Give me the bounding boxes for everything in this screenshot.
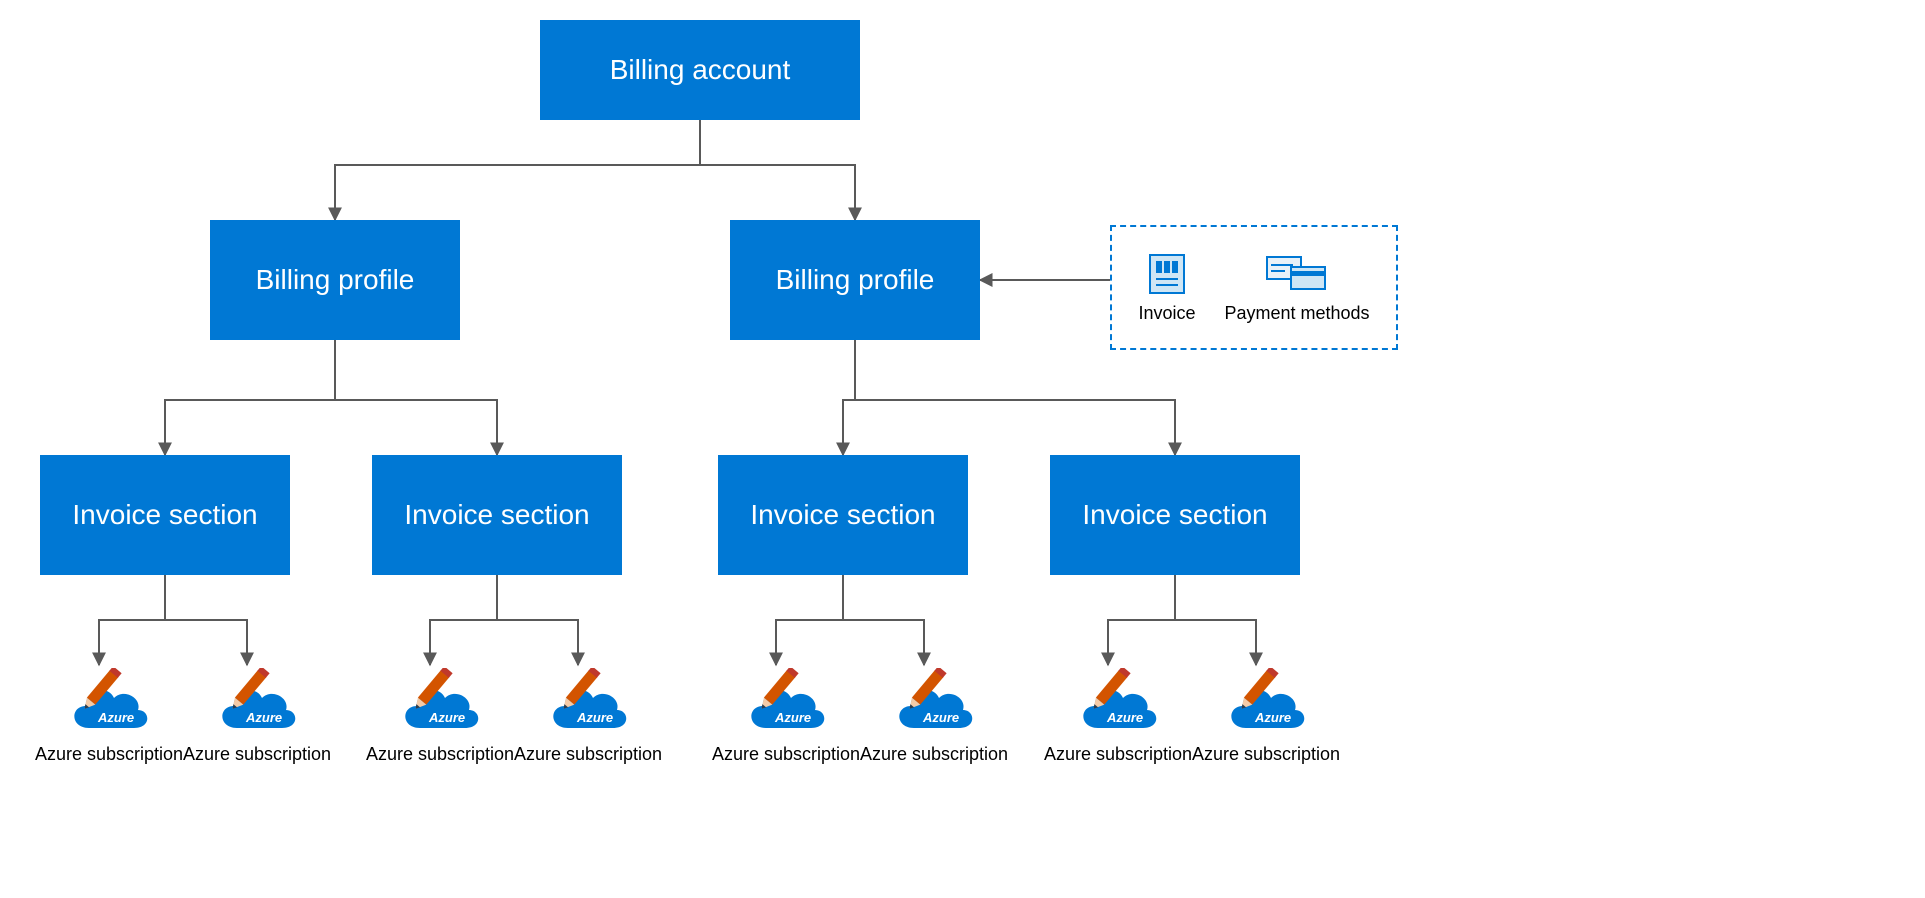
azure-subscription-item: Azure Azure subscription — [712, 668, 860, 765]
invoice-section-box-4: Invoice section — [1050, 455, 1300, 575]
diagram-canvas: Billing account Billing profile Billing … — [0, 0, 1925, 898]
azure-subscription-icon: Azure — [1073, 668, 1163, 738]
azure-subscription-item: Azure Azure subscription — [1192, 668, 1340, 765]
azure-subscription-icon: Azure — [1221, 668, 1311, 738]
svg-text:Azure: Azure — [1254, 710, 1291, 725]
invoice-section-box-1: Invoice section — [40, 455, 290, 575]
azure-subscription-label: Azure subscription — [1044, 744, 1192, 765]
invoice-section-label: Invoice section — [750, 499, 935, 531]
azure-subscription-label: Azure subscription — [1192, 744, 1340, 765]
azure-subscription-item: Azure Azure subscription — [1044, 668, 1192, 765]
svg-text:Azure: Azure — [1106, 710, 1143, 725]
azure-subscription-icon: Azure — [64, 668, 154, 738]
azure-subscription-label: Azure subscription — [712, 744, 860, 765]
billing-profile-label: Billing profile — [256, 264, 415, 296]
azure-subscription-icon: Azure — [212, 668, 302, 738]
invoice-section-label: Invoice section — [1082, 499, 1267, 531]
azure-subscription-label: Azure subscription — [860, 744, 1008, 765]
svg-text:Azure: Azure — [428, 710, 465, 725]
billing-account-box: Billing account — [540, 20, 860, 120]
azure-subscription-item: Azure Azure subscription — [35, 668, 183, 765]
billing-account-label: Billing account — [610, 54, 791, 86]
azure-subscription-icon: Azure — [741, 668, 831, 738]
invoice-section-box-3: Invoice section — [718, 455, 968, 575]
azure-subscription-item: Azure Azure subscription — [366, 668, 514, 765]
azure-subscription-icon: Azure — [395, 668, 485, 738]
invoice-section-label: Invoice section — [72, 499, 257, 531]
payment-sidebox: Invoice Payment methods — [1110, 225, 1398, 350]
azure-subscription-label: Azure subscription — [35, 744, 183, 765]
svg-text:Azure: Azure — [922, 710, 959, 725]
invoice-item: Invoice — [1138, 251, 1195, 324]
azure-subscription-item: Azure Azure subscription — [514, 668, 662, 765]
azure-subscription-label: Azure subscription — [183, 744, 331, 765]
invoice-label: Invoice — [1138, 303, 1195, 324]
azure-subscription-item: Azure Azure subscription — [860, 668, 1008, 765]
billing-profile-box-1: Billing profile — [210, 220, 460, 340]
azure-subscription-icon: Azure — [889, 668, 979, 738]
svg-text:Azure: Azure — [97, 710, 134, 725]
billing-profile-box-2: Billing profile — [730, 220, 980, 340]
azure-subscription-label: Azure subscription — [366, 744, 514, 765]
invoice-icon — [1144, 251, 1190, 297]
azure-subscription-icon: Azure — [543, 668, 633, 738]
payment-methods-icon — [1265, 251, 1329, 297]
svg-text:Azure: Azure — [245, 710, 282, 725]
azure-subscription-label: Azure subscription — [514, 744, 662, 765]
billing-profile-label: Billing profile — [776, 264, 935, 296]
invoice-section-label: Invoice section — [404, 499, 589, 531]
azure-subscription-item: Azure Azure subscription — [183, 668, 331, 765]
payment-item: Payment methods — [1224, 251, 1369, 324]
invoice-section-box-2: Invoice section — [372, 455, 622, 575]
svg-text:Azure: Azure — [576, 710, 613, 725]
svg-text:Azure: Azure — [774, 710, 811, 725]
payment-label: Payment methods — [1224, 303, 1369, 324]
